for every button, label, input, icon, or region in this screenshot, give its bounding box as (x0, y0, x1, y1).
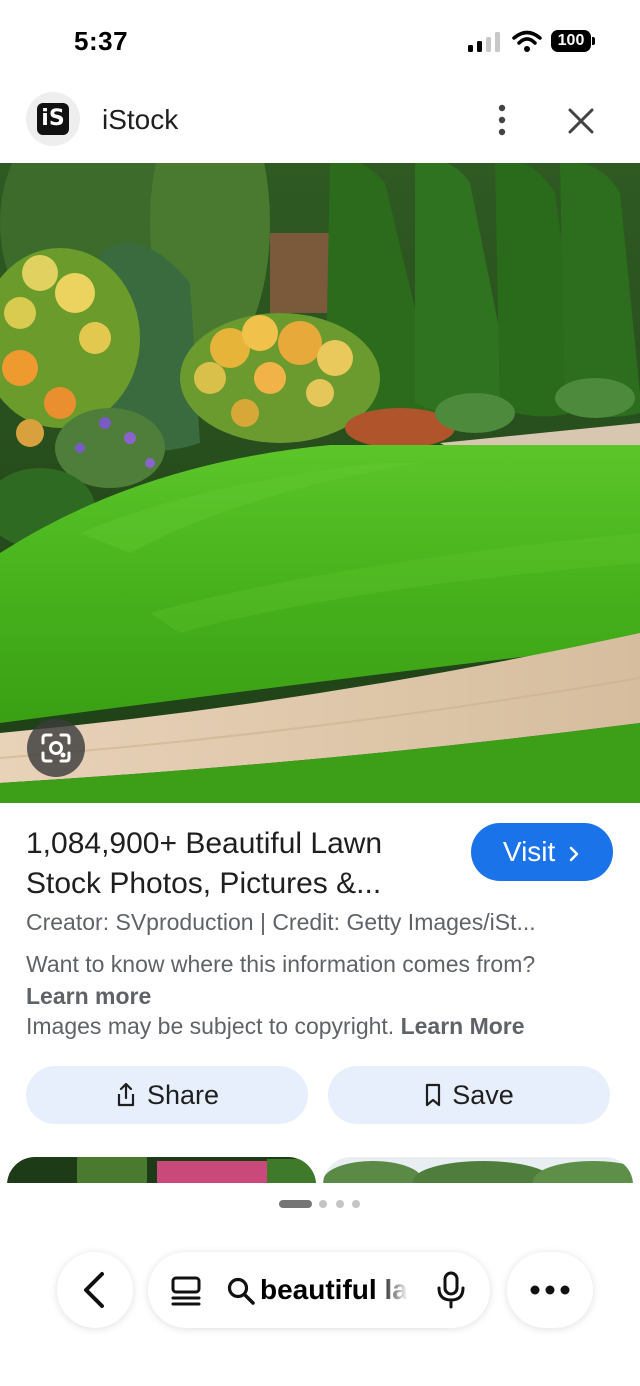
result-title-line1: 1,084,900+ Beautiful Lawn (26, 827, 383, 860)
creator-credit: Creator: SVproduction | Credit: Getty Im… (26, 909, 536, 935)
visit-button[interactable]: Visit (471, 823, 613, 881)
page-indicator (279, 1200, 360, 1208)
tabs-icon (171, 1276, 201, 1306)
more-button[interactable] (507, 1252, 593, 1328)
result-title[interactable]: 1,084,900+ Beautiful Lawn Stock Photos, … (26, 824, 456, 904)
save-button[interactable]: Save (328, 1066, 610, 1124)
copyright-notice: Images may be subject to copyright. Lear… (26, 1010, 626, 1042)
info-text: Want to know where this information come… (26, 951, 536, 977)
signal-icon (468, 32, 500, 52)
share-label: Share (146, 1079, 220, 1110)
result-image[interactable] (0, 163, 640, 803)
chevron-right-icon (569, 846, 579, 861)
site-logo-text: iS (37, 103, 69, 135)
bookmark-icon (426, 1083, 441, 1107)
back-icon (84, 1272, 104, 1308)
more-vert-icon[interactable] (490, 102, 514, 138)
mic-icon[interactable] (434, 1270, 468, 1310)
back-button[interactable] (57, 1252, 133, 1328)
battery-icon: 100 (551, 30, 597, 54)
search-icon (227, 1277, 255, 1305)
site-logo: iS (26, 92, 80, 146)
info-notice: Want to know where this information come… (26, 948, 626, 1012)
save-label: Save (452, 1079, 514, 1110)
share-icon (117, 1082, 135, 1107)
wifi-icon (512, 30, 542, 52)
site-name[interactable]: iStock (102, 104, 178, 136)
close-icon[interactable] (566, 106, 596, 136)
battery-level: 100 (551, 30, 591, 52)
more-horiz-icon (530, 1285, 570, 1295)
status-time: 5:37 (74, 26, 129, 56)
lens-icon (41, 733, 71, 763)
share-button[interactable]: Share (26, 1066, 308, 1124)
search-bar[interactable]: beautiful la (148, 1252, 490, 1328)
learn-more-link[interactable]: Learn more (26, 980, 626, 1012)
copyright-learn-more-link[interactable]: Learn More (401, 1013, 525, 1039)
visit-label: Visit (502, 836, 556, 867)
result-title-line2: Stock Photos, Pictures &... (26, 867, 382, 900)
copyright-text: Images may be subject to copyright. (26, 1013, 395, 1039)
search-query[interactable]: beautiful la (260, 1252, 408, 1328)
lens-button[interactable] (27, 719, 85, 777)
